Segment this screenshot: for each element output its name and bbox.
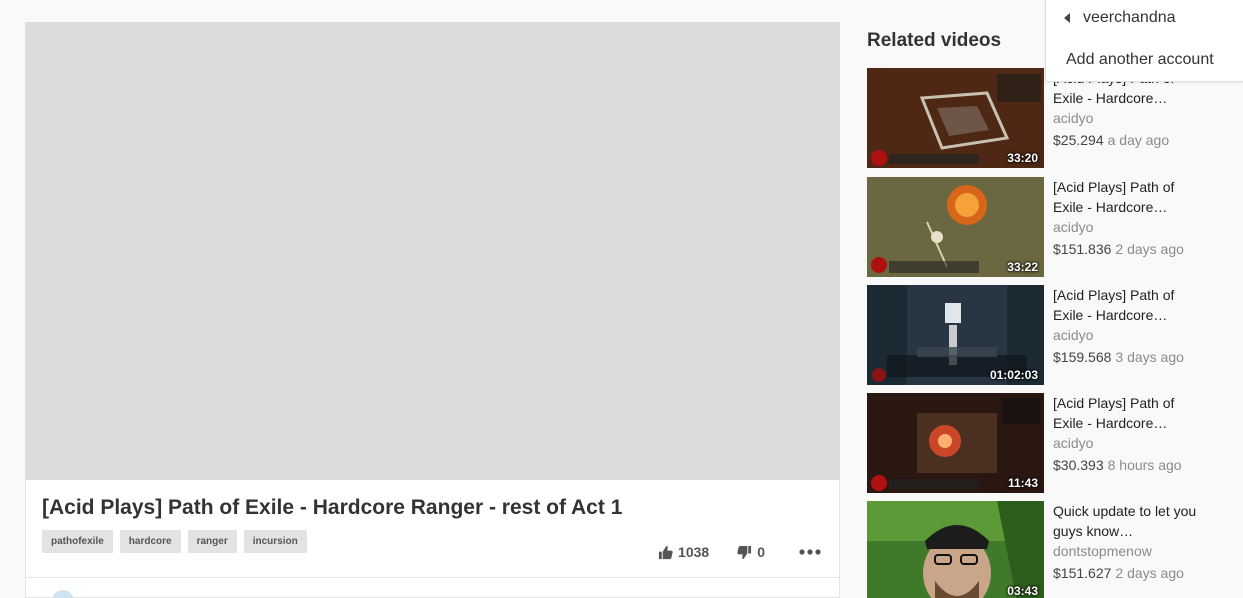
- related-video-channel[interactable]: acidyo: [1053, 219, 1093, 235]
- related-video-item[interactable]: 01:02:03 [Acid Plays] Path of Exile - Ha…: [867, 285, 1207, 385]
- tag-ranger[interactable]: ranger: [187, 530, 237, 553]
- video-payout: $30.393: [1053, 457, 1104, 473]
- dislike-count: 0: [757, 544, 765, 560]
- related-video-meta: $159.568 3 days ago: [1053, 349, 1184, 365]
- caret-left-icon[interactable]: [1064, 13, 1071, 23]
- tag-pathofexile[interactable]: pathofexile: [42, 530, 113, 553]
- dislike-button[interactable]: 0: [737, 544, 765, 560]
- video-duration: 01:02:03: [989, 368, 1038, 382]
- related-video-title[interactable]: [Acid Plays] Path of Exile - Hardcore…: [1053, 285, 1203, 325]
- related-video-meta: $25.294 a day ago: [1053, 132, 1169, 148]
- more-options-button[interactable]: [799, 549, 821, 555]
- thumbs-up-icon: [658, 545, 673, 560]
- add-another-account-item[interactable]: Add another account: [1066, 51, 1214, 69]
- account-menu: veerchandna Add another account: [1045, 0, 1243, 82]
- tag-incursion[interactable]: incursion: [243, 530, 307, 553]
- related-video-title[interactable]: [Acid Plays] Path of Exile - Hardcore…: [1053, 177, 1203, 217]
- video-age: 3 days ago: [1115, 349, 1184, 365]
- video-payout: $151.627: [1053, 565, 1112, 581]
- video-duration: 33:22: [1007, 260, 1038, 274]
- related-video-meta: $30.393 8 hours ago: [1053, 457, 1182, 473]
- video-player[interactable]: [25, 22, 840, 480]
- video-thumbnail[interactable]: 03:43: [867, 501, 1044, 598]
- related-video-meta: $151.627 2 days ago: [1053, 565, 1184, 581]
- thumbs-down-icon: [737, 545, 752, 560]
- video-payout: $151.836: [1053, 241, 1112, 257]
- tag-hardcore[interactable]: hardcore: [119, 530, 181, 553]
- video-thumbnail[interactable]: 01:02:03: [867, 285, 1044, 385]
- related-video-item[interactable]: 03:43 Quick update to let you guys know……: [867, 501, 1207, 598]
- card-divider: [26, 577, 839, 578]
- video-thumbnail[interactable]: 11:43: [867, 393, 1044, 493]
- video-duration: 03:43: [1007, 584, 1038, 598]
- video-thumbnail[interactable]: 33:20: [867, 68, 1044, 168]
- account-username: veerchandna: [1083, 9, 1176, 26]
- related-video-meta: $151.836 2 days ago: [1053, 241, 1184, 257]
- related-video-item[interactable]: 33:20 [Acid Plays] Path of Exile - Hardc…: [867, 68, 1207, 168]
- like-count: 1038: [678, 544, 710, 560]
- video-payout: $25.294: [1053, 132, 1104, 148]
- video-payout: $159.568: [1053, 349, 1112, 365]
- video-age: a day ago: [1107, 132, 1170, 148]
- video-actions: 1038 0: [658, 544, 821, 560]
- tag-list: pathofexile hardcore ranger incursion: [42, 530, 307, 553]
- video-thumbnail[interactable]: 33:22: [867, 177, 1044, 277]
- related-video-channel[interactable]: acidyo: [1053, 110, 1093, 126]
- related-video-channel[interactable]: acidyo: [1053, 327, 1093, 343]
- video-title: [Acid Plays] Path of Exile - Hardcore Ra…: [42, 496, 623, 519]
- video-age: 2 days ago: [1115, 241, 1184, 257]
- related-video-title[interactable]: [Acid Plays] Path of Exile - Hardcore…: [1053, 393, 1203, 433]
- video-age: 8 hours ago: [1107, 457, 1182, 473]
- related-video-item[interactable]: 11:43 [Acid Plays] Path of Exile - Hardc…: [867, 393, 1207, 493]
- like-button[interactable]: 1038: [658, 544, 709, 560]
- related-videos-heading: Related videos: [867, 30, 1002, 51]
- video-duration: 33:20: [1007, 151, 1038, 165]
- video-duration: 11:43: [1007, 476, 1038, 490]
- related-video-channel[interactable]: dontstopmenow: [1053, 543, 1152, 559]
- avatar[interactable]: [52, 590, 74, 598]
- related-video-channel[interactable]: acidyo: [1053, 435, 1093, 451]
- related-video-item[interactable]: 33:22 [Acid Plays] Path of Exile - Hardc…: [867, 177, 1207, 277]
- related-video-title[interactable]: Quick update to let you guys know…: [1053, 501, 1203, 541]
- video-age: 2 days ago: [1115, 565, 1184, 581]
- account-user-row[interactable]: veerchandna: [1064, 9, 1176, 27]
- more-horizontal-icon: [799, 549, 821, 555]
- video-info-card: [Acid Plays] Path of Exile - Hardcore Ra…: [25, 480, 840, 598]
